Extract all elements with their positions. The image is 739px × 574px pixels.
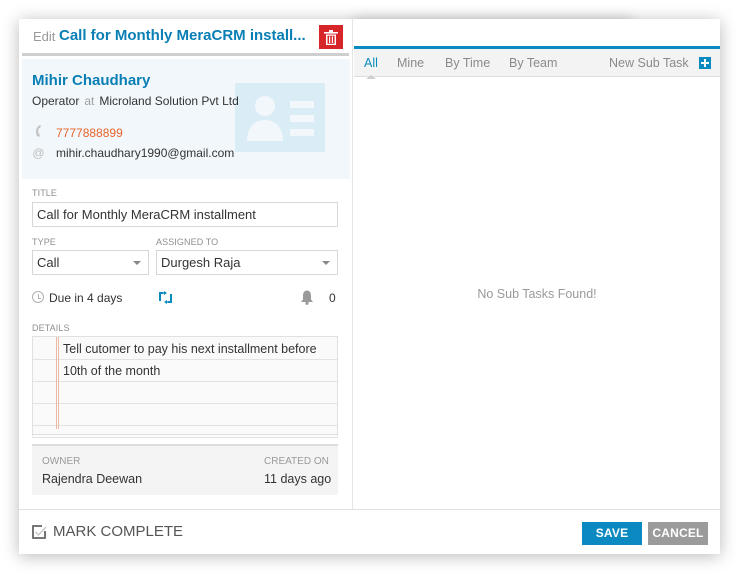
contact-role: Operator at Microland Solution Pvt Ltd — [32, 94, 239, 108]
assigned-to-select[interactable]: Durgesh Raja — [156, 250, 338, 275]
ruled-line — [33, 359, 337, 360]
filter-all[interactable]: All — [364, 56, 378, 79]
ruled-line — [33, 425, 337, 426]
dialog-header: Edit Call for Monthly MeraCRM install... — [22, 19, 349, 56]
bell-icon[interactable] — [300, 290, 314, 308]
due-date[interactable]: Due in 4 days — [49, 291, 122, 305]
details-bottom-border — [32, 434, 338, 438]
title-input[interactable]: Call for Monthly MeraCRM installment — [32, 202, 338, 227]
assigned-to-value: Durgesh Raja — [161, 255, 241, 270]
contact-card-icon — [235, 83, 325, 152]
save-button[interactable]: SAVE — [582, 522, 642, 545]
task-form-panel: Edit Call for Monthly MeraCRM install... — [19, 19, 353, 509]
subtasks-panel: All Mine By Time By Team New Sub Task No… — [354, 46, 720, 509]
assigned-to-label: ASSIGNED TO — [156, 237, 219, 247]
type-label: TYPE — [32, 237, 56, 247]
reminder-count: 0 — [329, 291, 336, 305]
empty-state-message: No Sub Tasks Found! — [477, 287, 597, 301]
cancel-button[interactable]: CANCEL — [648, 522, 708, 545]
filter-by-time[interactable]: By Time — [445, 56, 490, 70]
contact-card: Mihir Chaudhary Operator at Microland Solu… — [22, 59, 350, 179]
contact-job-title: Operator — [32, 94, 80, 108]
edit-label: Edit — [33, 29, 56, 44]
delete-button[interactable] — [319, 25, 343, 49]
contact-phone[interactable]: 7777888899 — [56, 126, 123, 140]
phone-row: 7777888899 — [32, 125, 123, 140]
created-on-value: 11 days ago — [264, 472, 332, 486]
clock-icon — [32, 291, 44, 303]
owner-value: Rajendra Deewan — [42, 472, 143, 486]
checkbox-icon — [32, 524, 47, 539]
margin-line — [56, 337, 59, 429]
mark-complete-button[interactable]: MARK COMPLETE — [31, 523, 183, 540]
repeat-icon[interactable] — [158, 291, 173, 307]
trash-icon — [324, 29, 338, 45]
edit-task-dialog: Edit Call for Monthly MeraCRM install... — [19, 19, 720, 554]
task-title-heading: Call for Monthly MeraCRM install... — [59, 27, 306, 44]
title-label: TITLE — [32, 188, 58, 198]
type-select[interactable]: Call — [32, 250, 149, 275]
plus-icon[interactable] — [699, 57, 711, 69]
task-meta-row: Due in 4 days 0 — [32, 290, 342, 306]
owner-info: OWNER Rajendra Deewan CREATED ON 11 days… — [32, 444, 338, 495]
new-sub-task-link[interactable]: New Sub Task — [609, 56, 689, 70]
details-label: DETAILS — [32, 323, 70, 333]
subtask-filter-bar: All Mine By Time By Team New Sub Task — [354, 49, 720, 79]
contact-email[interactable]: mihir.chaudhary1990@gmail.com — [56, 146, 234, 160]
type-value: Call — [37, 255, 60, 270]
chevron-down-icon — [322, 261, 330, 265]
ruled-line — [33, 381, 337, 382]
contact-name[interactable]: Mihir Chaudhary — [32, 72, 150, 89]
details-textarea[interactable]: Tell cutomer to pay his next installment… — [32, 336, 338, 436]
dialog-footer: MARK COMPLETE SAVE CANCEL — [19, 509, 720, 554]
email-icon: @ — [32, 146, 45, 160]
details-line: 10th of the month — [63, 364, 161, 378]
details-line: Tell cutomer to pay his next installment… — [63, 342, 317, 356]
phone-icon — [32, 125, 45, 140]
chevron-down-icon — [133, 261, 141, 265]
contact-company: Microland Solution Pvt Ltd — [99, 94, 239, 108]
filter-by-team[interactable]: By Team — [509, 56, 557, 70]
email-row: @ mihir.chaudhary1990@gmail.com — [32, 146, 234, 160]
created-on-label: CREATED ON — [264, 456, 329, 467]
mark-complete-label: MARK COMPLETE — [53, 523, 184, 540]
at-label: at — [84, 94, 95, 108]
ruled-line — [33, 403, 337, 404]
filter-mine[interactable]: Mine — [397, 56, 424, 70]
owner-label: OWNER — [42, 456, 81, 467]
